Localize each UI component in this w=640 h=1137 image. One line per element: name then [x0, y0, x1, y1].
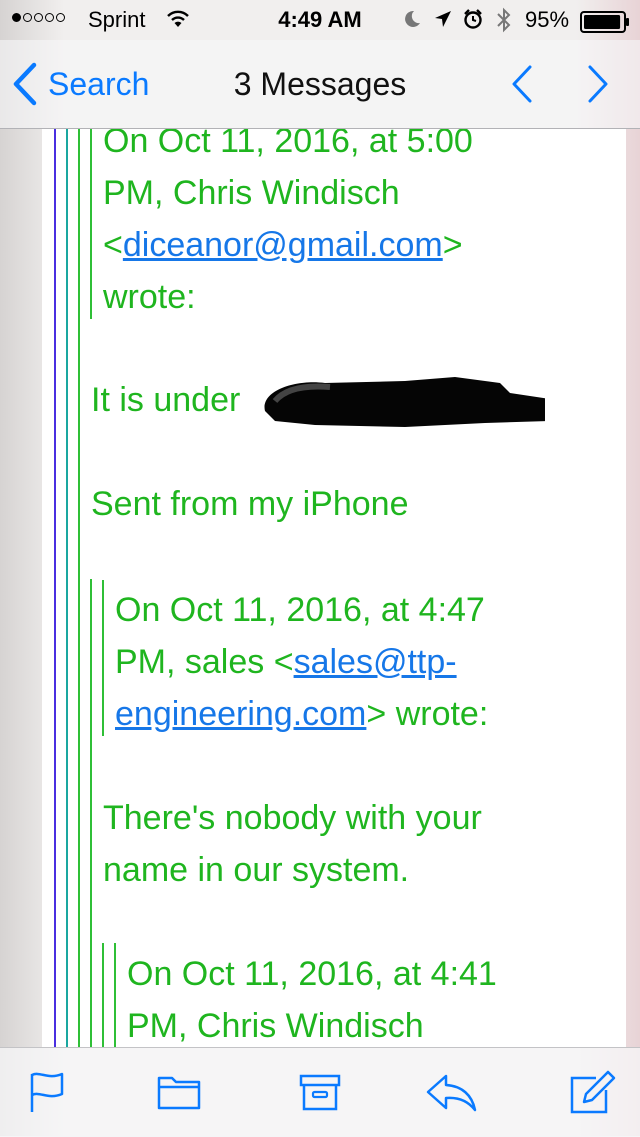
alarm-clock-icon: [464, 9, 482, 29]
battery-percentage: 95%: [525, 7, 570, 32]
bluetooth-icon: [497, 7, 511, 33]
reply-icon: [426, 1074, 477, 1112]
quote-header-3: On Oct 11, 2016, at 4:41 PM, Chris Windi…: [127, 955, 497, 1045]
battery-icon: [580, 11, 629, 33]
move-to-folder-button[interactable]: [156, 1070, 202, 1119]
email-link-sales[interactable]: sales@ttp-: [294, 643, 457, 681]
folder-icon: [157, 1076, 201, 1110]
flag-icon: [30, 1072, 64, 1112]
reply-button[interactable]: [424, 1070, 478, 1119]
flag-button[interactable]: [28, 1070, 68, 1119]
quote-bar: [102, 943, 104, 1047]
page-title: 3 Messages: [233, 66, 407, 102]
next-message-button[interactable]: [584, 62, 612, 111]
bottom-toolbar: [0, 1047, 640, 1137]
message-text-nobody: There's nobody with your name in our sys…: [103, 799, 482, 889]
sent-from-iphone: Sent from my iPhone: [91, 485, 409, 523]
location-arrow-icon: [435, 11, 451, 27]
redaction-scribble: [264, 377, 545, 427]
quote-bar: [54, 129, 56, 1047]
navigation-bar: Search 3 Messages: [0, 40, 640, 129]
compose-icon: [570, 1070, 616, 1114]
quote-bar: [66, 129, 68, 1047]
quote-bar: [90, 129, 92, 319]
quote-bar: [78, 129, 80, 1047]
quote-bar: [90, 579, 92, 1047]
archive-button[interactable]: [298, 1070, 342, 1119]
chevron-left-icon: [512, 65, 532, 103]
archive-icon: [299, 1074, 341, 1111]
compose-button[interactable]: [568, 1070, 616, 1121]
quote-header-2: On Oct 11, 2016, at 4:47 PM, sales <sale…: [115, 591, 489, 733]
do-not-disturb-moon-icon: [405, 10, 420, 27]
message-text-under: It is under: [91, 381, 241, 419]
email-link-diceanor[interactable]: diceanor@gmail.com: [123, 226, 443, 264]
quote-bar: [102, 580, 104, 736]
chevron-right-icon: [588, 65, 608, 103]
message-body[interactable]: On Oct 11, 2016, at 5:00 PM, Chris Windi…: [42, 129, 626, 1047]
quote-header-1: On Oct 11, 2016, at 5:00 PM, Chris Windi…: [103, 129, 473, 316]
status-bar: Sprint 4:49 AM 95%: [0, 0, 640, 40]
email-link-sales-cont[interactable]: engineering.com: [115, 695, 366, 733]
quote-bar: [114, 943, 116, 1047]
previous-message-button[interactable]: [508, 62, 536, 111]
